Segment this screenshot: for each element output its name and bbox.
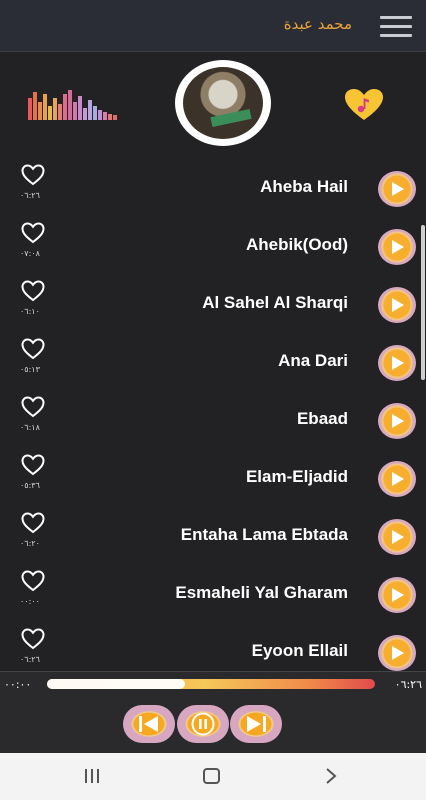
play-button[interactable]: [378, 229, 416, 265]
previous-button[interactable]: [123, 705, 175, 743]
play-icon: [392, 240, 404, 254]
heart-outline-icon[interactable]: [21, 396, 45, 418]
play-button[interactable]: [378, 519, 416, 555]
heart-outline-icon[interactable]: [21, 570, 45, 592]
equalizer-icon[interactable]: [28, 88, 118, 120]
system-nav-bar: [0, 753, 426, 800]
heart-outline-icon[interactable]: [21, 628, 45, 650]
song-duration: ٠٧:٠٨: [20, 249, 40, 258]
heart-outline-icon[interactable]: [21, 454, 45, 476]
song-list[interactable]: ٠٦:٢٦ Aheba Hail ٠٧:٠٨ Ahebik(Ood) ٠٦:١٠…: [0, 158, 426, 671]
play-button[interactable]: [378, 461, 416, 497]
app-bar: محمد عبدة: [0, 0, 426, 52]
song-duration: ٠٥:١٣: [20, 365, 40, 374]
seek-progress: [47, 679, 185, 689]
song-row[interactable]: ٠٦:١٠ Al Sahel Al Sharqi: [0, 274, 426, 332]
heart-outline-icon[interactable]: [21, 280, 45, 302]
play-button[interactable]: [378, 287, 416, 323]
song-row[interactable]: ٠٦:٢٠ Entaha Lama Ebtada: [0, 506, 426, 564]
play-icon: [392, 414, 404, 428]
heart-outline-icon[interactable]: [21, 164, 45, 186]
song-duration: ٠٦:١٠: [20, 307, 40, 316]
song-row[interactable]: ٠٠:٠٠ Esmaheli Yal Gharam: [0, 564, 426, 622]
song-title[interactable]: Aheba Hail: [260, 177, 348, 197]
screen: محمد عبدة ٠٦:٢٦ Aheba Hail ٠٧:٠٨ Ahebik(…: [0, 0, 426, 800]
seek-bar[interactable]: [47, 679, 375, 689]
total-time: ٠٦:٢٦: [394, 678, 422, 691]
play-icon: [392, 356, 404, 370]
song-title[interactable]: Eyoon Ellail: [252, 641, 348, 661]
song-duration: ٠٥:٣٦: [20, 481, 40, 490]
song-title[interactable]: Ana Dari: [278, 351, 348, 371]
skip-next-icon: [247, 716, 266, 732]
hamburger-menu-icon[interactable]: [380, 12, 414, 40]
song-duration: ٠٦:٢٠: [20, 539, 40, 548]
play-button[interactable]: [378, 171, 416, 207]
song-duration: ٠٦:٢٦: [20, 655, 40, 664]
song-duration: ٠٦:٢٦: [20, 191, 40, 200]
back-chevron-icon[interactable]: [324, 767, 338, 785]
play-icon: [392, 182, 404, 196]
skip-previous-icon: [139, 716, 158, 732]
song-title[interactable]: Al Sahel Al Sharqi: [202, 293, 348, 313]
play-icon: [392, 472, 404, 486]
heart-outline-icon[interactable]: [21, 338, 45, 360]
player-bar: ٠٠:٠٠ ٠٦:٢٦: [0, 671, 426, 753]
song-row[interactable]: ٠٥:٣٦ Elam-Eljadid: [0, 448, 426, 506]
song-row[interactable]: ٠٥:١٣ Ana Dari: [0, 332, 426, 390]
song-duration: ٠٠:٠٠: [20, 597, 40, 606]
play-button[interactable]: [378, 635, 416, 671]
heart-music-note-icon[interactable]: [344, 88, 384, 122]
song-row[interactable]: ٠٦:٢٦ Eyoon Ellail: [0, 622, 426, 671]
play-button[interactable]: [378, 345, 416, 381]
next-button[interactable]: [230, 705, 282, 743]
recent-apps-icon[interactable]: [85, 769, 103, 783]
song-title[interactable]: Ahebik(Ood): [246, 235, 348, 255]
play-icon: [392, 646, 404, 660]
heart-outline-icon[interactable]: [21, 222, 45, 244]
song-title[interactable]: Entaha Lama Ebtada: [181, 525, 348, 545]
song-row[interactable]: ٠٧:٠٨ Ahebik(Ood): [0, 216, 426, 274]
album-art: [175, 60, 271, 146]
current-time: ٠٠:٠٠: [4, 678, 32, 691]
song-title[interactable]: Ebaad: [297, 409, 348, 429]
pause-icon: [191, 712, 215, 736]
song-title[interactable]: Elam-Eljadid: [246, 467, 348, 487]
pause-button[interactable]: [177, 705, 229, 743]
list-scrollbar[interactable]: [421, 225, 425, 380]
heart-outline-icon[interactable]: [21, 512, 45, 534]
play-icon: [392, 530, 404, 544]
home-icon[interactable]: [203, 768, 220, 784]
play-icon: [392, 588, 404, 602]
song-row[interactable]: ٠٦:٢٦ Aheba Hail: [0, 158, 426, 216]
song-duration: ٠٦:١٨: [20, 423, 40, 432]
artist-photo: [183, 67, 263, 139]
play-icon: [392, 298, 404, 312]
app-title: محمد عبدة: [283, 15, 352, 33]
play-button[interactable]: [378, 403, 416, 439]
song-title[interactable]: Esmaheli Yal Gharam: [175, 583, 348, 603]
song-row[interactable]: ٠٦:١٨ Ebaad: [0, 390, 426, 448]
play-button[interactable]: [378, 577, 416, 613]
